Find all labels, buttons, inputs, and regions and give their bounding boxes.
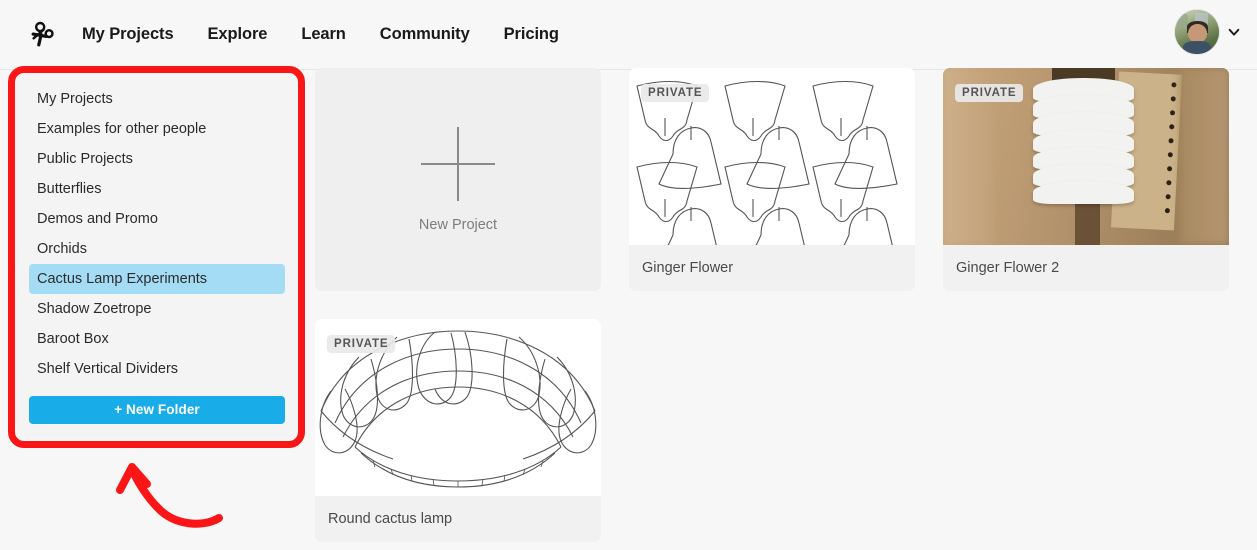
nav-item-learn[interactable]: Learn: [301, 25, 346, 44]
annotation-arrow-icon: [116, 463, 223, 528]
project-title: Ginger Flower: [629, 245, 915, 291]
sidebar-item-examples-for-other-people[interactable]: Examples for other people: [29, 114, 285, 144]
sidebar-item-public-projects[interactable]: Public Projects: [29, 144, 285, 174]
projects-grid: New Project PRIVATE Ginger Flower PRIVAT…: [315, 68, 1245, 542]
project-thumbnail: PRIVATE: [943, 68, 1229, 245]
scissors-icon[interactable]: [26, 18, 60, 52]
new-folder-button[interactable]: + New Folder: [29, 396, 285, 424]
account-menu[interactable]: [1175, 10, 1241, 54]
main-navigation: My Projects Explore Learn Community Pric…: [82, 25, 559, 44]
app-header: My Projects Explore Learn Community Pric…: [0, 0, 1257, 70]
project-title: Round cactus lamp: [315, 496, 601, 542]
plus-icon: [421, 126, 495, 201]
sidebar-item-demos-and-promo[interactable]: Demos and Promo: [29, 204, 285, 234]
nav-item-explore[interactable]: Explore: [208, 25, 268, 44]
status-badge: PRIVATE: [641, 84, 710, 102]
folder-list: My Projects Examples for other people Pu…: [15, 72, 299, 438]
project-card-ginger-flower-2[interactable]: PRIVATE Ginger Flower 2: [943, 68, 1229, 291]
sidebar-item-my-projects[interactable]: My Projects: [29, 84, 285, 114]
status-badge: PRIVATE: [327, 335, 396, 353]
sidebar-item-butterflies[interactable]: Butterflies: [29, 174, 285, 204]
sidebar-item-cactus-lamp-experiments[interactable]: Cactus Lamp Experiments: [29, 264, 285, 294]
sidebar-item-shelf-vertical-dividers[interactable]: Shelf Vertical Dividers: [29, 354, 285, 384]
nav-item-my-projects[interactable]: My Projects: [82, 25, 174, 44]
new-project-label: New Project: [418, 216, 498, 233]
new-project-card[interactable]: New Project: [315, 68, 601, 291]
folders-sidebar: My Projects Examples for other people Pu…: [15, 72, 299, 438]
sidebar-item-baroot-box[interactable]: Baroot Box: [29, 324, 285, 354]
project-title: Ginger Flower 2: [943, 245, 1229, 291]
nav-item-pricing[interactable]: Pricing: [504, 25, 559, 44]
chevron-down-icon[interactable]: [1227, 25, 1241, 39]
sidebar-item-shadow-zoetrope[interactable]: Shadow Zoetrope: [29, 294, 285, 324]
project-card-round-cactus-lamp[interactable]: PRIVATE Round cactus lamp: [315, 319, 601, 542]
nav-item-community[interactable]: Community: [380, 25, 470, 44]
project-thumbnail: PRIVATE: [629, 68, 915, 245]
status-badge: PRIVATE: [955, 84, 1024, 102]
avatar[interactable]: [1175, 10, 1219, 54]
sidebar-item-orchids[interactable]: Orchids: [29, 234, 285, 264]
project-card-ginger-flower[interactable]: PRIVATE Ginger Flower: [629, 68, 915, 291]
project-thumbnail: PRIVATE: [315, 319, 601, 496]
